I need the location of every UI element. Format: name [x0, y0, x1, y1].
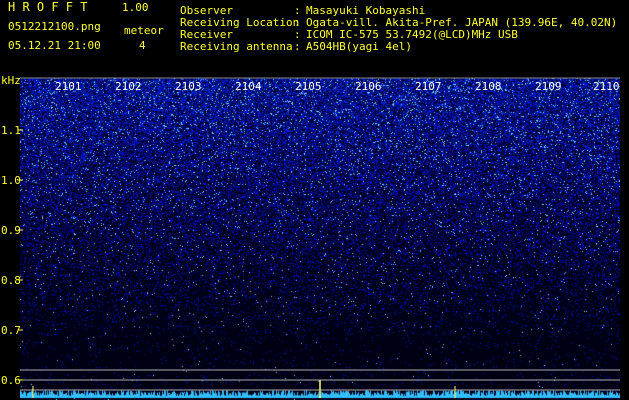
y-tick-label: 1.1	[1, 124, 21, 137]
y-tick-label: 0.7	[1, 324, 21, 337]
y-axis-unit: kHz	[1, 74, 21, 87]
y-tick-label: 0.9	[1, 224, 21, 237]
time-tick-label: 2110	[593, 80, 620, 93]
meteor-markers	[32, 380, 456, 398]
time-tick-label: 2108	[475, 80, 502, 93]
time-tick-label: 2101	[55, 80, 82, 93]
time-tick-label: 2104	[235, 80, 262, 93]
spectrogram-overlay: kHz 1.1 1.0 0.9 0.8 0.7 0.6 2101 2102 21…	[1, 74, 620, 398]
y-axis: kHz 1.1 1.0 0.9 0.8 0.7 0.6	[1, 74, 23, 387]
time-tick-label: 2105	[295, 80, 322, 93]
time-axis: 2101 2102 2103 2104 2105 2106 2107 2108 …	[55, 80, 620, 93]
y-tick-label: 0.6	[1, 374, 21, 387]
time-tick-label: 2106	[355, 80, 382, 93]
time-tick-label: 2107	[415, 80, 442, 93]
y-tick-label: 1.0	[1, 174, 21, 187]
y-tick-label: 0.8	[1, 274, 21, 287]
grid-lines	[20, 77, 620, 391]
time-tick-label: 2102	[115, 80, 142, 93]
time-tick-label: 2109	[535, 80, 562, 93]
time-tick-label: 2103	[175, 80, 202, 93]
